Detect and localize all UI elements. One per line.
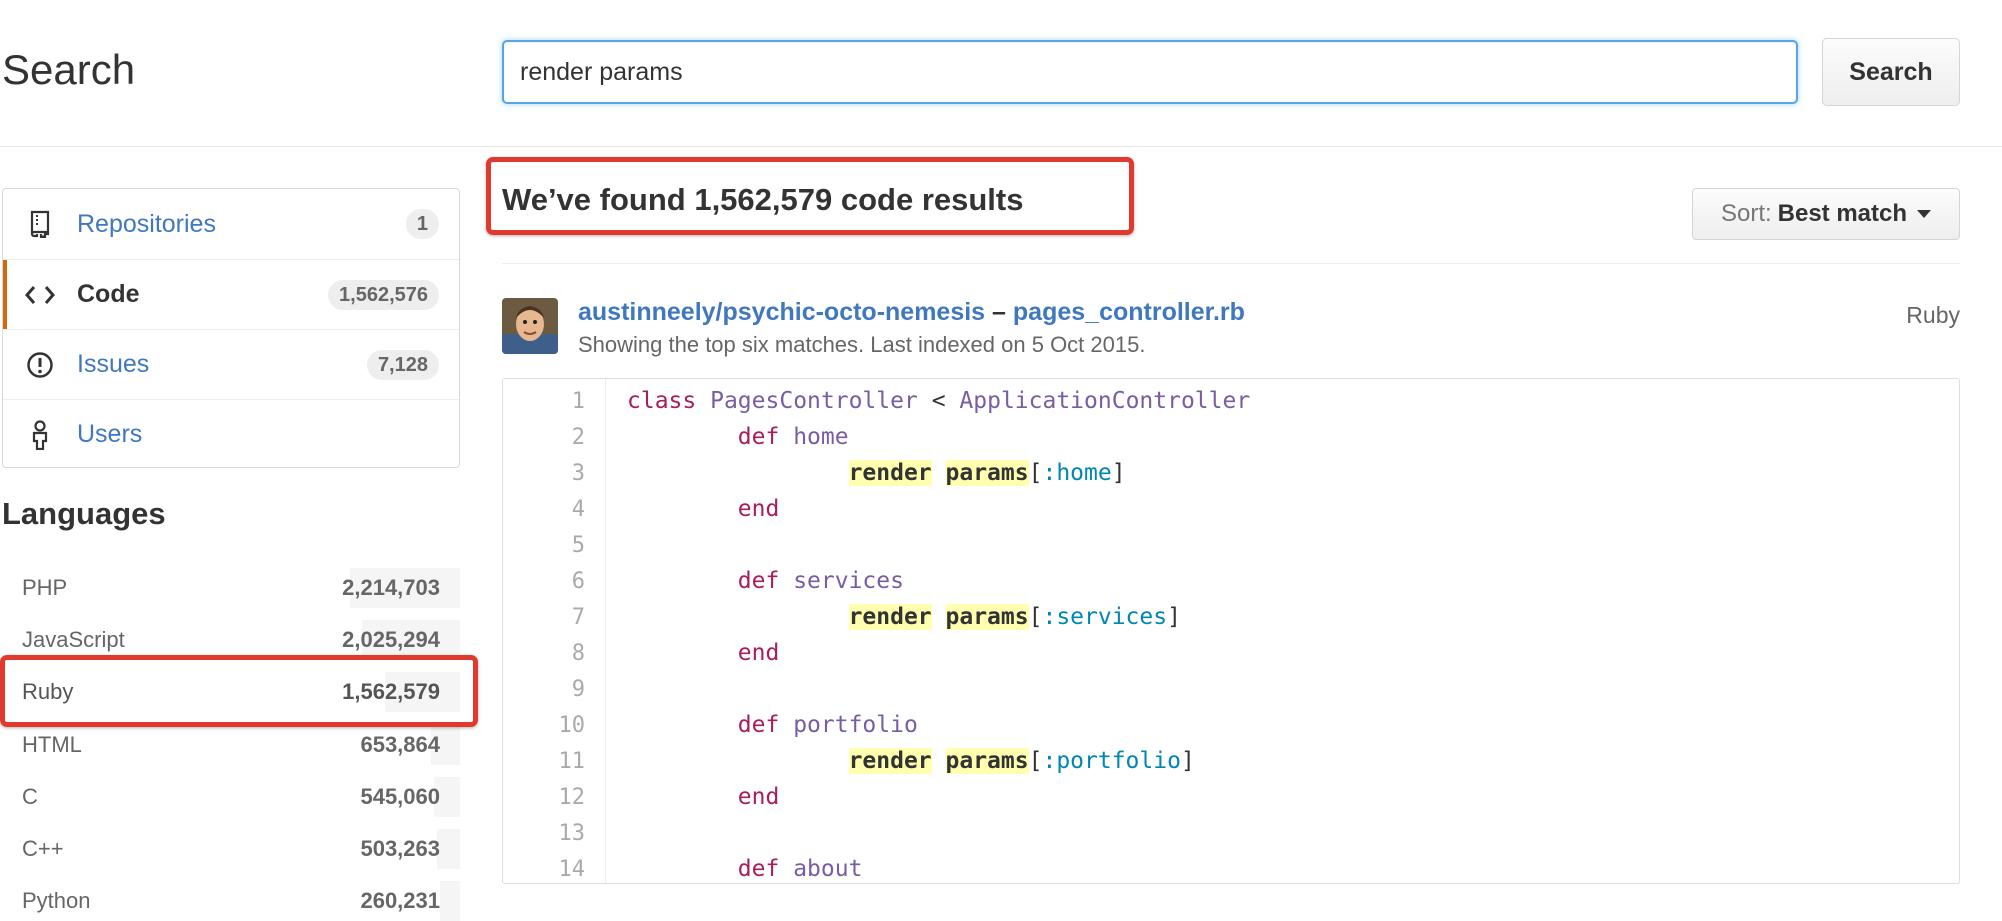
match-highlight: params [945, 748, 1029, 774]
menu-item-count: 7,128 [366, 349, 439, 380]
language-count: 653,864 [360, 732, 440, 757]
line-number: 4 [571, 496, 585, 522]
menu-item-label: Repositories [77, 209, 216, 238]
match-highlight: render [848, 460, 932, 486]
code-line: 9 [503, 671, 1959, 707]
language-name: PHP [22, 575, 68, 600]
search-button[interactable]: Search [1822, 38, 1960, 106]
caret-down-icon [1917, 210, 1932, 218]
language-count: 260,231 [360, 888, 440, 913]
line-number: 11 [558, 748, 586, 774]
language-count: 2,025,294 [342, 627, 440, 652]
line-number: 14 [558, 856, 586, 882]
language-name: C++ [22, 836, 64, 861]
result-repo-link[interactable]: austinneely/psychic-octo-nemesis [578, 298, 985, 326]
line-number: 1 [571, 388, 585, 414]
code-line: 10 def portfolio [503, 707, 1959, 743]
menu-item-repositories[interactable]: Repositories 1 [3, 189, 459, 259]
line-number: 13 [558, 820, 586, 846]
language-filter-php[interactable]: PHP 2,214,703 [2, 568, 460, 608]
result-title: austinneely/psychic-octo-nemesis – pages… [578, 298, 1245, 327]
line-number: 7 [571, 604, 585, 630]
person-icon [25, 419, 55, 450]
code-line: 14 def about [503, 851, 1959, 883]
code-line: 12 end [503, 779, 1959, 815]
menu-item-code[interactable]: Code 1,562,576 [3, 259, 459, 329]
avatar[interactable] [502, 298, 558, 354]
sort-value: Best match [1777, 200, 1908, 227]
code-line: 6 def services [503, 563, 1959, 599]
menu-item-count: 1 [405, 209, 439, 239]
code-line: 5 [503, 527, 1959, 563]
code-line: 1 class PagesController < ApplicationCon… [503, 383, 1959, 419]
language-filter-python[interactable]: Python 260,231 [2, 881, 460, 921]
line-number: 12 [558, 784, 586, 810]
menu-item-issues[interactable]: Issues 7,128 [3, 329, 459, 399]
line-number: 6 [571, 568, 585, 594]
language-share-bar [437, 829, 460, 869]
code-line: 7 render params[:services] [503, 599, 1959, 635]
language-filter-javascript[interactable]: JavaScript 2,025,294 [2, 620, 460, 660]
code-line: 4 end [503, 491, 1959, 527]
menu-item-users[interactable]: Users [3, 399, 459, 467]
line-number: 3 [571, 460, 585, 486]
search-type-menu: Repositories 1 Code 1,562,576 Issues 7,1… [2, 188, 460, 468]
language-name: HTML [22, 732, 82, 757]
repo-icon [25, 209, 55, 239]
line-number: 9 [571, 676, 585, 702]
match-highlight: render [848, 604, 932, 630]
language-count: 503,263 [360, 836, 440, 861]
menu-item-count: 1,562,576 [328, 279, 439, 310]
languages-heading: Languages [2, 496, 166, 531]
language-count: 2,214,703 [342, 575, 440, 600]
language-name: C [22, 784, 38, 809]
line-number: 8 [571, 640, 585, 666]
sort-dropdown[interactable]: Sort: Best match [1692, 188, 1960, 240]
match-highlight: params [945, 604, 1029, 630]
code-line: 13 [503, 815, 1959, 851]
code-line: 8 end [503, 635, 1959, 671]
search-input[interactable] [502, 40, 1798, 104]
annotation-box-ruby-language [0, 655, 478, 727]
code-snippet: 1 class PagesController < ApplicationCon… [502, 378, 1960, 884]
language-name: Python [22, 888, 91, 913]
results-divider [502, 263, 1960, 264]
match-highlight: render [848, 748, 932, 774]
header-divider [0, 146, 2002, 147]
sort-label: Sort: [1720, 200, 1772, 227]
match-highlight: params [945, 460, 1029, 486]
menu-item-label: Issues [77, 350, 150, 378]
line-number: 10 [558, 712, 586, 738]
annotation-box-results-count [486, 157, 1134, 235]
language-count: 545,060 [360, 784, 440, 809]
language-filter-html[interactable]: HTML 653,864 [2, 725, 460, 765]
code-line: 3 render params[:home] [503, 455, 1959, 491]
result-file-link[interactable]: pages_controller.rb [1013, 298, 1245, 326]
result-language: Ruby [1906, 302, 1960, 328]
result-meta: Showing the top six matches. Last indexe… [578, 332, 1146, 357]
code-line: 11 render params[:portfolio] [503, 743, 1959, 779]
code-line: 2 def home [503, 419, 1959, 455]
menu-item-label: Users [77, 420, 143, 448]
language-name: JavaScript [22, 627, 125, 652]
issue-icon [25, 350, 55, 380]
line-number: 5 [571, 532, 585, 558]
language-share-bar [440, 881, 460, 921]
line-number: 2 [571, 424, 585, 450]
code-icon [25, 280, 55, 310]
result-separator: – [992, 298, 1006, 326]
menu-item-label: Code [77, 280, 140, 308]
language-filter-c[interactable]: C 545,060 [2, 777, 460, 817]
page-title: Search [2, 46, 136, 93]
language-filter-c-[interactable]: C++ 503,263 [2, 829, 460, 869]
